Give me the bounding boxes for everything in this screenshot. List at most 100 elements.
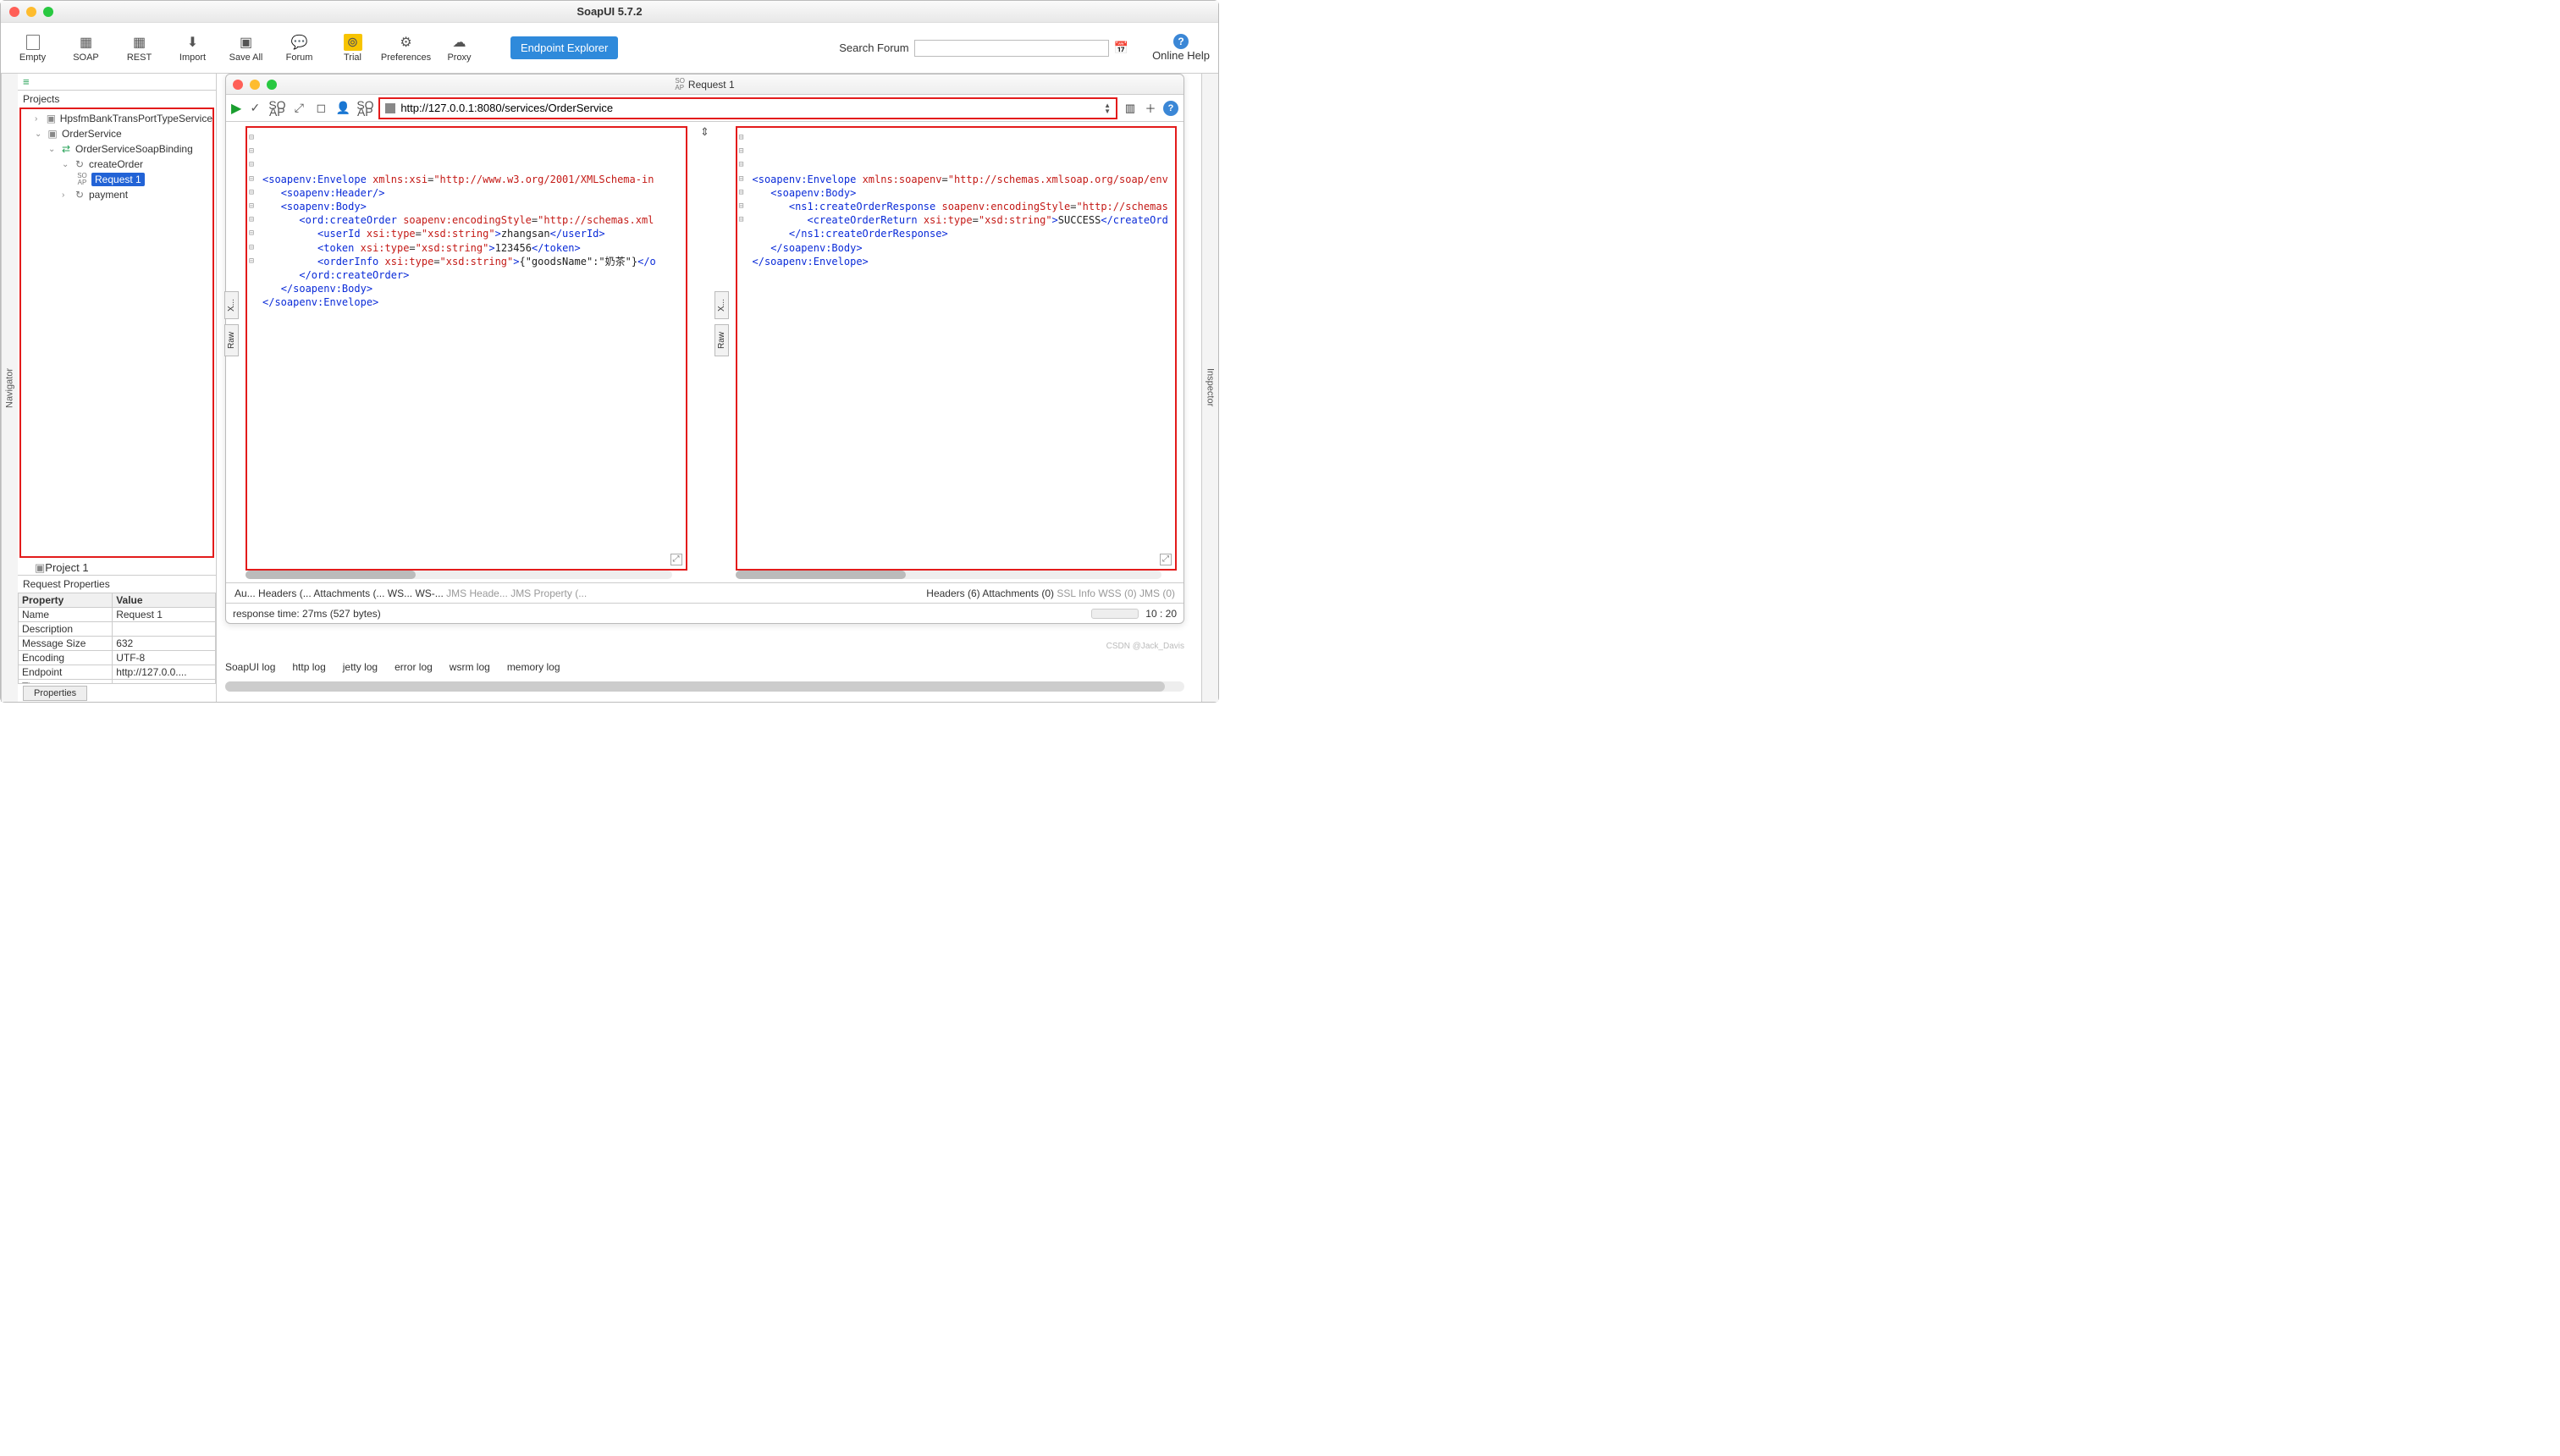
inspector-tab[interactable]: Inspector	[1201, 74, 1218, 702]
rest-button[interactable]: ▦REST	[116, 34, 163, 63]
request-toolbar: ▶ ✓ SOAP ⤢ ◻ 👤 SOAP ▲▼ ▥ ＋ ?	[226, 95, 1183, 122]
table-row[interactable]: Endpointhttp://127.0.0....	[19, 665, 216, 680]
response-xml-tab[interactable]: X...	[714, 291, 729, 319]
tree-op-createorder[interactable]: ⌄↻createOrder	[21, 157, 212, 172]
splitter[interactable]: ⇕	[694, 122, 716, 582]
request-tab[interactable]: JMS Property (...	[510, 587, 587, 599]
response-hscroll[interactable]	[736, 571, 1162, 579]
request-hscroll[interactable]	[246, 571, 672, 579]
filter-icon[interactable]: ▥	[1123, 101, 1138, 116]
request-raw-tab[interactable]: Raw	[224, 324, 239, 356]
request-tab[interactable]: Au...	[234, 587, 256, 599]
window-close-icon[interactable]	[9, 7, 19, 17]
window-icon[interactable]: ◻	[312, 101, 329, 115]
request-tab[interactable]: Attachments (...	[313, 587, 384, 599]
log-tab[interactable]: jetty log	[343, 661, 378, 673]
proxy-button[interactable]: ☁Proxy	[436, 34, 483, 63]
tree-service-hpsfm[interactable]: ›▣HpsfmBankTransPortTypeService	[21, 111, 212, 126]
endpoint-stepper-icon[interactable]: ▲▼	[1104, 102, 1111, 114]
request-window-title: Request 1	[688, 79, 735, 91]
request-zoom-icon[interactable]: ⤢	[670, 554, 682, 565]
content-area: SOAPRequest 1 ▶ ✓ SOAP ⤢ ◻ 👤 SOAP ▲▼	[217, 74, 1218, 702]
table-row[interactable]: NameRequest 1	[19, 608, 216, 622]
log-tab[interactable]: http log	[292, 661, 325, 673]
endpoint-url-box: ▲▼	[378, 97, 1117, 119]
tree-request1[interactable]: SOAPRequest 1	[21, 172, 212, 187]
request-bottom-tabs: Au... Headers (... Attachments (... WS..…	[226, 582, 1183, 603]
save-all-button[interactable]: ▣Save All	[223, 34, 269, 63]
properties-table[interactable]: PropertyValue NameRequest 1DescriptionMe…	[18, 593, 216, 683]
request-tab[interactable]: WS...	[388, 587, 412, 599]
forum-button[interactable]: 💬Forum	[276, 34, 323, 63]
req-minimize-icon[interactable]	[250, 80, 260, 90]
watermark: CSDN @Jack_Davis	[1106, 642, 1184, 651]
endpoint-explorer-button[interactable]: Endpoint Explorer	[510, 36, 618, 59]
response-tab[interactable]: Headers (6)	[926, 587, 979, 599]
expand-icon[interactable]: ⤢	[290, 101, 307, 115]
properties-panel: Request Properties PropertyValue NameReq…	[18, 575, 216, 702]
request-status-bar: response time: 27ms (527 bytes) 10 : 20	[226, 603, 1183, 623]
req-zoom-icon[interactable]	[267, 80, 277, 90]
content-hscroll[interactable]	[225, 681, 1184, 692]
log-tab[interactable]: memory log	[507, 661, 560, 673]
endpoint-input[interactable]	[400, 102, 1099, 114]
request-pane: X... Raw ⊟⊟⊟⊟⊟⊟⊟⊟⊟⊟ <soapenv:Envelope xm…	[226, 122, 694, 582]
empty-button[interactable]: Empty	[9, 34, 56, 63]
log-tab[interactable]: SoapUI log	[225, 661, 275, 673]
request-xml-editor[interactable]: ⊟⊟⊟⊟⊟⊟⊟⊟⊟⊟ <soapenv:Envelope xmlns:xsi="…	[246, 126, 687, 571]
run-button[interactable]: ▶	[231, 100, 241, 117]
response-xml-viewer[interactable]: ⊟⊟⊟⊟⊟⊟⊟ <soapenv:Envelope xmlns:soapenv=…	[736, 126, 1178, 571]
window-minimize-icon[interactable]	[26, 7, 36, 17]
online-help-button[interactable]: ?Online Help	[1152, 34, 1210, 62]
calendar-icon[interactable]: 📅	[1114, 41, 1128, 55]
table-row[interactable]: Message Size632	[19, 637, 216, 651]
request-tab[interactable]: JMS Heade...	[446, 587, 508, 599]
request-window: SOAPRequest 1 ▶ ✓ SOAP ⤢ ◻ 👤 SOAP ▲▼	[225, 74, 1184, 624]
request-tab[interactable]: Headers (...	[258, 587, 312, 599]
soap-button[interactable]: ▦SOAP	[63, 34, 109, 63]
log-tab[interactable]: error log	[394, 661, 433, 673]
soap-tool2-icon[interactable]: SOAP	[356, 102, 373, 115]
tree-toggle-icon[interactable]: ≡	[23, 75, 30, 88]
main-toolbar: Empty ▦SOAP ▦REST ⬇Import ▣Save All 💬For…	[1, 23, 1218, 74]
tree-op-payment[interactable]: ›↻payment	[21, 187, 212, 202]
main-titlebar: SoapUI 5.7.2	[1, 1, 1218, 23]
response-tab[interactable]: Attachments (0)	[982, 587, 1054, 599]
req-close-icon[interactable]	[233, 80, 243, 90]
status-scroll[interactable]	[1091, 609, 1139, 619]
response-pane: X... Raw ⊟⊟⊟⊟⊟⊟⊟ <soapenv:Envelope xmlns…	[716, 122, 1184, 582]
response-tab[interactable]: JMS (0)	[1139, 587, 1175, 599]
cursor-position: 10 : 20	[1145, 608, 1177, 620]
add-assertion-icon[interactable]: ✓	[246, 101, 263, 115]
trial-button[interactable]: ⊚Trial	[329, 34, 376, 63]
request-help-icon[interactable]: ?	[1163, 101, 1178, 116]
preferences-button[interactable]: ⚙Preferences	[383, 34, 429, 63]
status-text: response time: 27ms (527 bytes)	[233, 608, 381, 620]
navigator-tab[interactable]: Navigator	[1, 74, 18, 702]
soap-tool-icon[interactable]: SOAP	[268, 102, 285, 115]
response-tab[interactable]: WSS (0)	[1098, 587, 1136, 599]
request-xml-tab[interactable]: X...	[224, 291, 239, 319]
log-tab[interactable]: wsrm log	[450, 661, 490, 673]
table-row[interactable]: EncodingUTF-8	[19, 651, 216, 665]
tree-binding[interactable]: ⌄⇄OrderServiceSoapBinding	[21, 141, 212, 157]
search-forum-input[interactable]	[914, 40, 1109, 57]
response-tab[interactable]: SSL Info	[1057, 587, 1095, 599]
request-tab[interactable]: WS-...	[415, 587, 443, 599]
window-title: SoapUI 5.7.2	[577, 5, 642, 18]
response-raw-tab[interactable]: Raw	[714, 324, 729, 356]
window-zoom-icon[interactable]	[43, 7, 53, 17]
stop-icon[interactable]	[385, 103, 395, 113]
add-icon[interactable]: ＋	[1143, 101, 1158, 116]
log-tabs: SoapUI log http log jetty log error log wsrm…	[225, 661, 560, 673]
import-button[interactable]: ⬇Import	[169, 34, 216, 63]
properties-tab[interactable]: Properties	[23, 686, 87, 701]
tree-project1[interactable]: ▣Project 1	[18, 561, 216, 575]
tree-service-order[interactable]: ⌄▣OrderService	[21, 126, 212, 141]
project-tree: ›▣HpsfmBankTransPortTypeService ⌄▣OrderS…	[19, 108, 214, 558]
sidebar: ≡ Projects ›▣HpsfmBankTransPortTypeServi…	[18, 74, 217, 702]
properties-title: Request Properties	[18, 576, 216, 593]
table-row[interactable]: Description	[19, 622, 216, 637]
user-icon[interactable]: 👤	[334, 101, 351, 115]
response-zoom-icon[interactable]: ⤢	[1160, 554, 1172, 565]
